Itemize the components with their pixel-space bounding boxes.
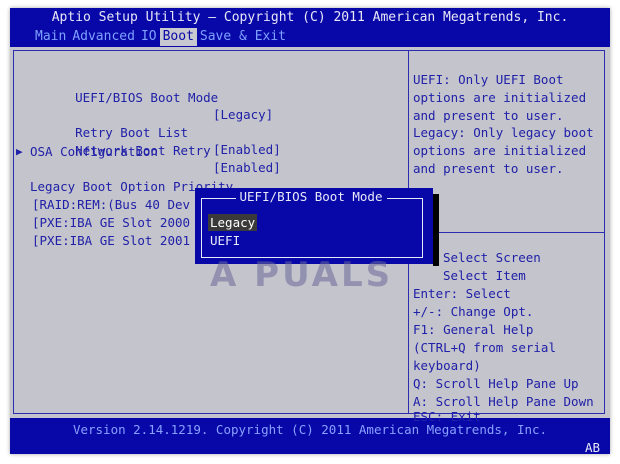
setting-osa-configuration[interactable]: OSA Configuration	[30, 143, 158, 160]
boot-mode-popup: UEFI/BIOS Boot Mode Legacy UEFI	[195, 188, 439, 266]
setting-boot-mode-label: UEFI/BIOS Boot Mode	[75, 90, 219, 105]
boot-option-3[interactable]: [PXE:IBA GE Slot 2001	[32, 232, 190, 249]
key-select-screen: Select Screen	[443, 250, 541, 265]
footer-badge: AB	[584, 440, 600, 454]
watermark-logo: A PUALS	[210, 255, 394, 295]
boot-option-1[interactable]: [RAID:REM:(Bus 40 Dev	[32, 196, 190, 213]
key-general-help: F1: General Help	[413, 322, 534, 337]
popup-option-legacy[interactable]: Legacy	[208, 214, 258, 231]
popup-shadow	[433, 194, 439, 266]
setting-boot-mode-value[interactable]: [Legacy]	[213, 106, 273, 123]
key-enter: Enter: Select	[413, 286, 511, 301]
key-ctrl-q: (CTRL+Q from serial	[413, 340, 556, 355]
key-select-item: Select Item	[443, 268, 526, 283]
footer-version: Version 2.14.1219. Copyright (C) 2011 Am…	[72, 422, 548, 437]
bios-screen: Aptio Setup Utility – Copyright (C) 2011…	[10, 8, 610, 454]
settings-panel: UEFI/BIOS Boot Mode [Legacy] Retry Boot …	[10, 47, 610, 423]
help-description: UEFI: Only UEFI Boot options are initial…	[413, 72, 602, 176]
setting-retry-boot-list-value[interactable]: [Enabled]	[213, 141, 281, 158]
submenu-arrow-icon: ▶	[16, 145, 23, 158]
tab-main[interactable]: Main	[32, 28, 69, 46]
popup-title-text: UEFI/BIOS Boot Mode	[235, 189, 387, 204]
key-change-opt: +/-: Change Opt.	[413, 304, 534, 319]
tab-save-exit[interactable]: Save & Exit	[197, 28, 289, 46]
key-keyboard: keyboard)	[413, 358, 481, 373]
popup-option-uefi[interactable]: UEFI	[208, 232, 242, 249]
tab-boot[interactable]: Boot	[159, 28, 197, 46]
setting-network-boot-retry-value[interactable]: [Enabled]	[213, 159, 281, 176]
tab-advanced[interactable]: Advanced	[69, 28, 138, 46]
popup-title: UEFI/BIOS Boot Mode	[195, 189, 427, 204]
boot-option-2[interactable]: [PXE:IBA GE Slot 2000	[32, 214, 190, 231]
tab-io[interactable]: IO	[138, 28, 160, 46]
bios-title: Aptio Setup Utility – Copyright (C) 2011…	[51, 10, 569, 25]
tab-bar: Main Advanced IO Boot Save & Exit	[10, 28, 610, 46]
key-scroll-up: Q: Scroll Help Pane Up	[413, 376, 579, 391]
